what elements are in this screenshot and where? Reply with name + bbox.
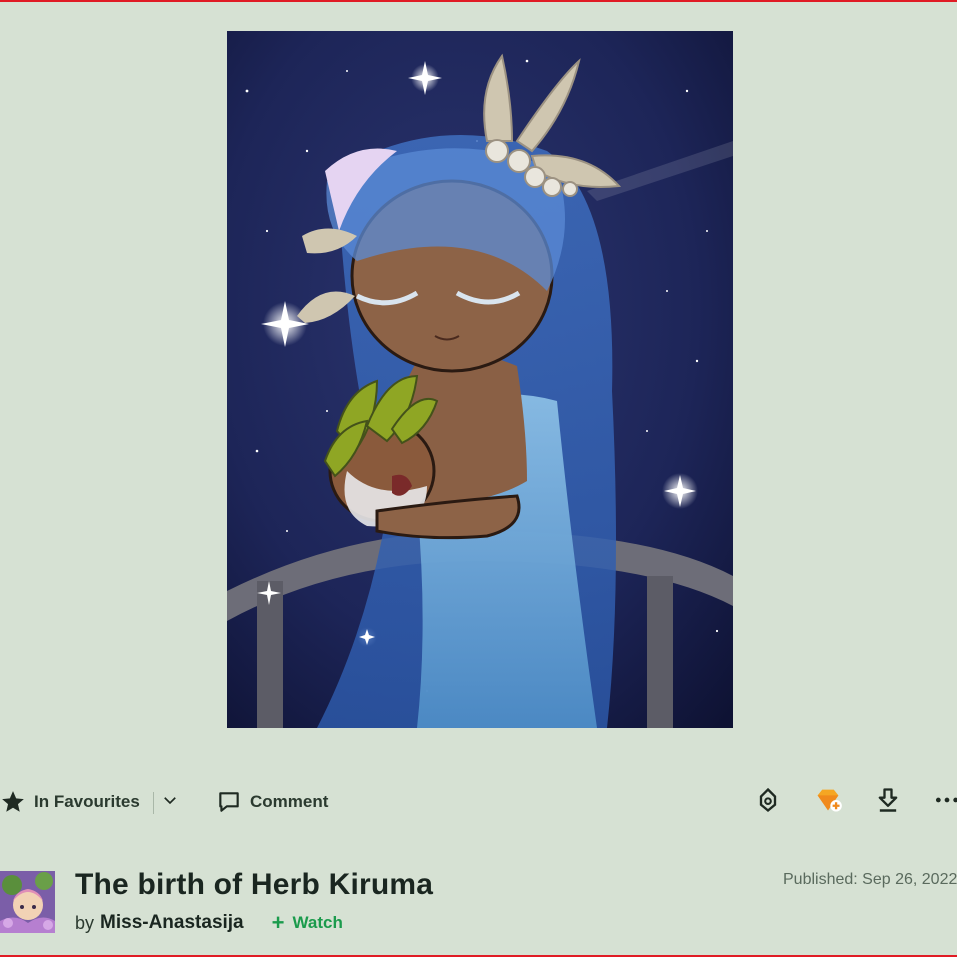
chevron-down-icon	[161, 791, 179, 814]
artwork-image[interactable]	[227, 31, 733, 728]
watch-label: Watch	[292, 913, 343, 932]
author-avatar[interactable]	[0, 871, 55, 933]
page-title: The birth of Herb Kiruma	[75, 868, 434, 901]
more-icon	[934, 787, 957, 818]
badge-button[interactable]	[753, 780, 783, 824]
favourite-dropdown-button[interactable]	[160, 780, 180, 824]
watch-button[interactable]: + Watch	[272, 912, 343, 934]
comment-icon	[216, 789, 242, 815]
divider	[153, 792, 154, 814]
action-bar: In Favourites Comment	[0, 780, 957, 824]
window-top-border	[0, 0, 957, 2]
badge-icon	[754, 786, 782, 819]
deviation-info: The birth of Herb Kiruma by Miss-Anastas…	[0, 868, 957, 948]
published-date: Published: Sep 26, 2022	[783, 871, 957, 888]
gem-icon	[813, 786, 843, 819]
give-gem-button[interactable]	[813, 780, 843, 824]
comment-button[interactable]: Comment	[216, 780, 328, 824]
more-options-button[interactable]	[932, 780, 957, 824]
plus-icon: +	[271, 910, 285, 935]
comment-label: Comment	[250, 792, 329, 811]
favourite-label: In Favourites	[34, 792, 140, 811]
author-link[interactable]: Miss-Anastasija	[100, 912, 244, 934]
artwork-illustration	[227, 31, 733, 728]
download-icon	[874, 786, 902, 819]
byline: by Miss-Anastasija + Watch	[75, 911, 343, 935]
favourite-button[interactable]: In Favourites	[0, 780, 140, 824]
download-button[interactable]	[873, 780, 903, 824]
star-icon	[0, 789, 26, 815]
by-prefix: by	[75, 912, 95, 933]
